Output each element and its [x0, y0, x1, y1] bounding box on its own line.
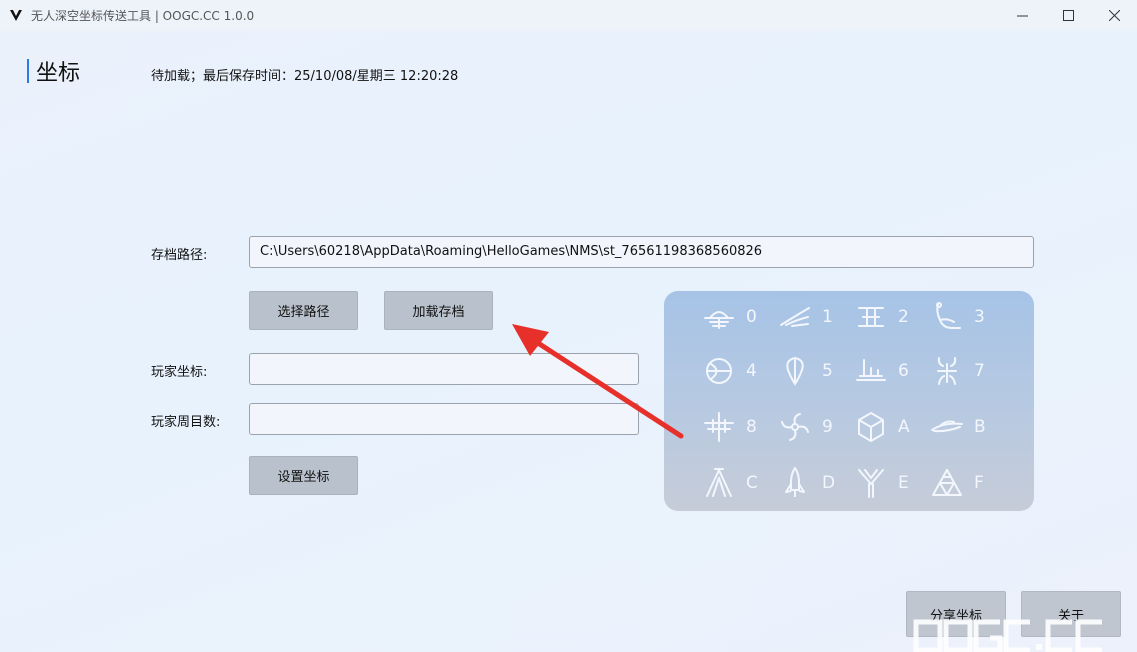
title-bar: 无人深空坐标传送工具 | OOGC.CC 1.0.0 — [0, 0, 1137, 31]
glyph-char: D — [822, 473, 836, 493]
glyph-char: 0 — [746, 307, 757, 327]
glyph-f[interactable]: F — [930, 463, 1006, 503]
close-button[interactable] — [1091, 0, 1137, 31]
choose-path-button[interactable]: 选择路径 — [249, 291, 358, 330]
glyph-char: C — [746, 473, 758, 493]
atlas-glyph-icon — [932, 469, 962, 496]
player-cycle-input[interactable] — [249, 403, 639, 435]
glyph-9[interactable]: 9 — [778, 407, 854, 447]
rocket-glyph-icon — [785, 467, 805, 497]
portal-glyph-panel: 0 1 2 3 4 5 6 7 8 9 A B C D E F — [664, 291, 1034, 511]
diplo-glyph-icon — [936, 302, 961, 329]
glyph-char: 8 — [746, 417, 757, 437]
glyph-char: E — [898, 473, 909, 493]
tent-glyph-icon — [706, 468, 732, 497]
sunset-glyph-icon — [704, 311, 734, 329]
save-path-input[interactable]: C:\Users\60218\AppData\Roaming\HelloGame… — [249, 236, 1034, 268]
glyph-char: 5 — [822, 361, 833, 381]
glyph-1[interactable]: 1 — [778, 297, 854, 337]
glyph-char: 9 — [822, 417, 833, 437]
maximize-button[interactable] — [1045, 0, 1091, 31]
glyph-char: 3 — [974, 307, 985, 327]
glyph-c[interactable]: C — [702, 463, 778, 503]
bug-glyph-icon — [937, 357, 957, 385]
window-title: 无人深空坐标传送工具 | OOGC.CC 1.0.0 — [31, 9, 255, 23]
player-cycle-label: 玩家周目数: — [151, 415, 221, 430]
player-coords-input[interactable] — [249, 353, 639, 385]
glyph-3[interactable]: 3 — [930, 297, 1006, 337]
oogc-watermark-logo — [913, 619, 1102, 652]
page-title: 坐标 — [36, 61, 81, 86]
glyph-char: F — [974, 473, 984, 493]
glyph-char: 7 — [974, 361, 985, 381]
glyph-char: B — [974, 417, 986, 437]
voxel-glyph-icon — [858, 412, 884, 442]
glyph-char: A — [898, 417, 910, 437]
tree-glyph-icon — [858, 469, 884, 498]
glyph-7[interactable]: 7 — [930, 351, 1006, 391]
glyph-char: 4 — [746, 361, 757, 381]
bird-glyph-icon — [780, 307, 810, 327]
set-coords-button[interactable]: 设置坐标 — [249, 456, 358, 495]
load-save-button[interactable]: 加载存档 — [384, 291, 493, 330]
glyph-4[interactable]: 4 — [702, 351, 778, 391]
glyph-6[interactable]: 6 — [854, 351, 930, 391]
glyph-a[interactable]: A — [854, 407, 930, 447]
glyph-char: 1 — [822, 307, 833, 327]
fish-glyph-icon — [931, 420, 963, 433]
glyph-char: 2 — [898, 307, 909, 327]
app-logo-icon — [10, 10, 22, 21]
galaxy-glyph-icon — [781, 413, 809, 441]
balloon-glyph-icon — [786, 356, 804, 386]
player-coords-label: 玩家坐标: — [151, 365, 208, 380]
glyph-d[interactable]: D — [778, 463, 854, 503]
boat-glyph-icon — [856, 359, 886, 381]
minimize-button[interactable] — [999, 0, 1045, 31]
glyph-char: 6 — [898, 361, 909, 381]
close-icon — [1108, 10, 1120, 21]
maximize-icon — [1062, 10, 1074, 21]
save-path-label: 存档路径: — [151, 248, 208, 263]
face-glyph-icon — [858, 307, 884, 327]
glyph-8[interactable]: 8 — [702, 407, 778, 447]
load-status-text: 待加载；最后保存时间：25/10/08/星期三 12:20:28 — [151, 69, 459, 84]
eclipse-glyph-icon — [706, 358, 732, 384]
minimize-icon — [1016, 15, 1028, 17]
dragonfly-glyph-icon — [704, 412, 734, 442]
glyph-e[interactable]: E — [854, 463, 930, 503]
glyph-2[interactable]: 2 — [854, 297, 930, 337]
glyph-0[interactable]: 0 — [702, 297, 778, 337]
glyph-b[interactable]: B — [930, 407, 1006, 447]
glyph-5[interactable]: 5 — [778, 351, 854, 391]
title-accent-bar — [27, 59, 29, 83]
